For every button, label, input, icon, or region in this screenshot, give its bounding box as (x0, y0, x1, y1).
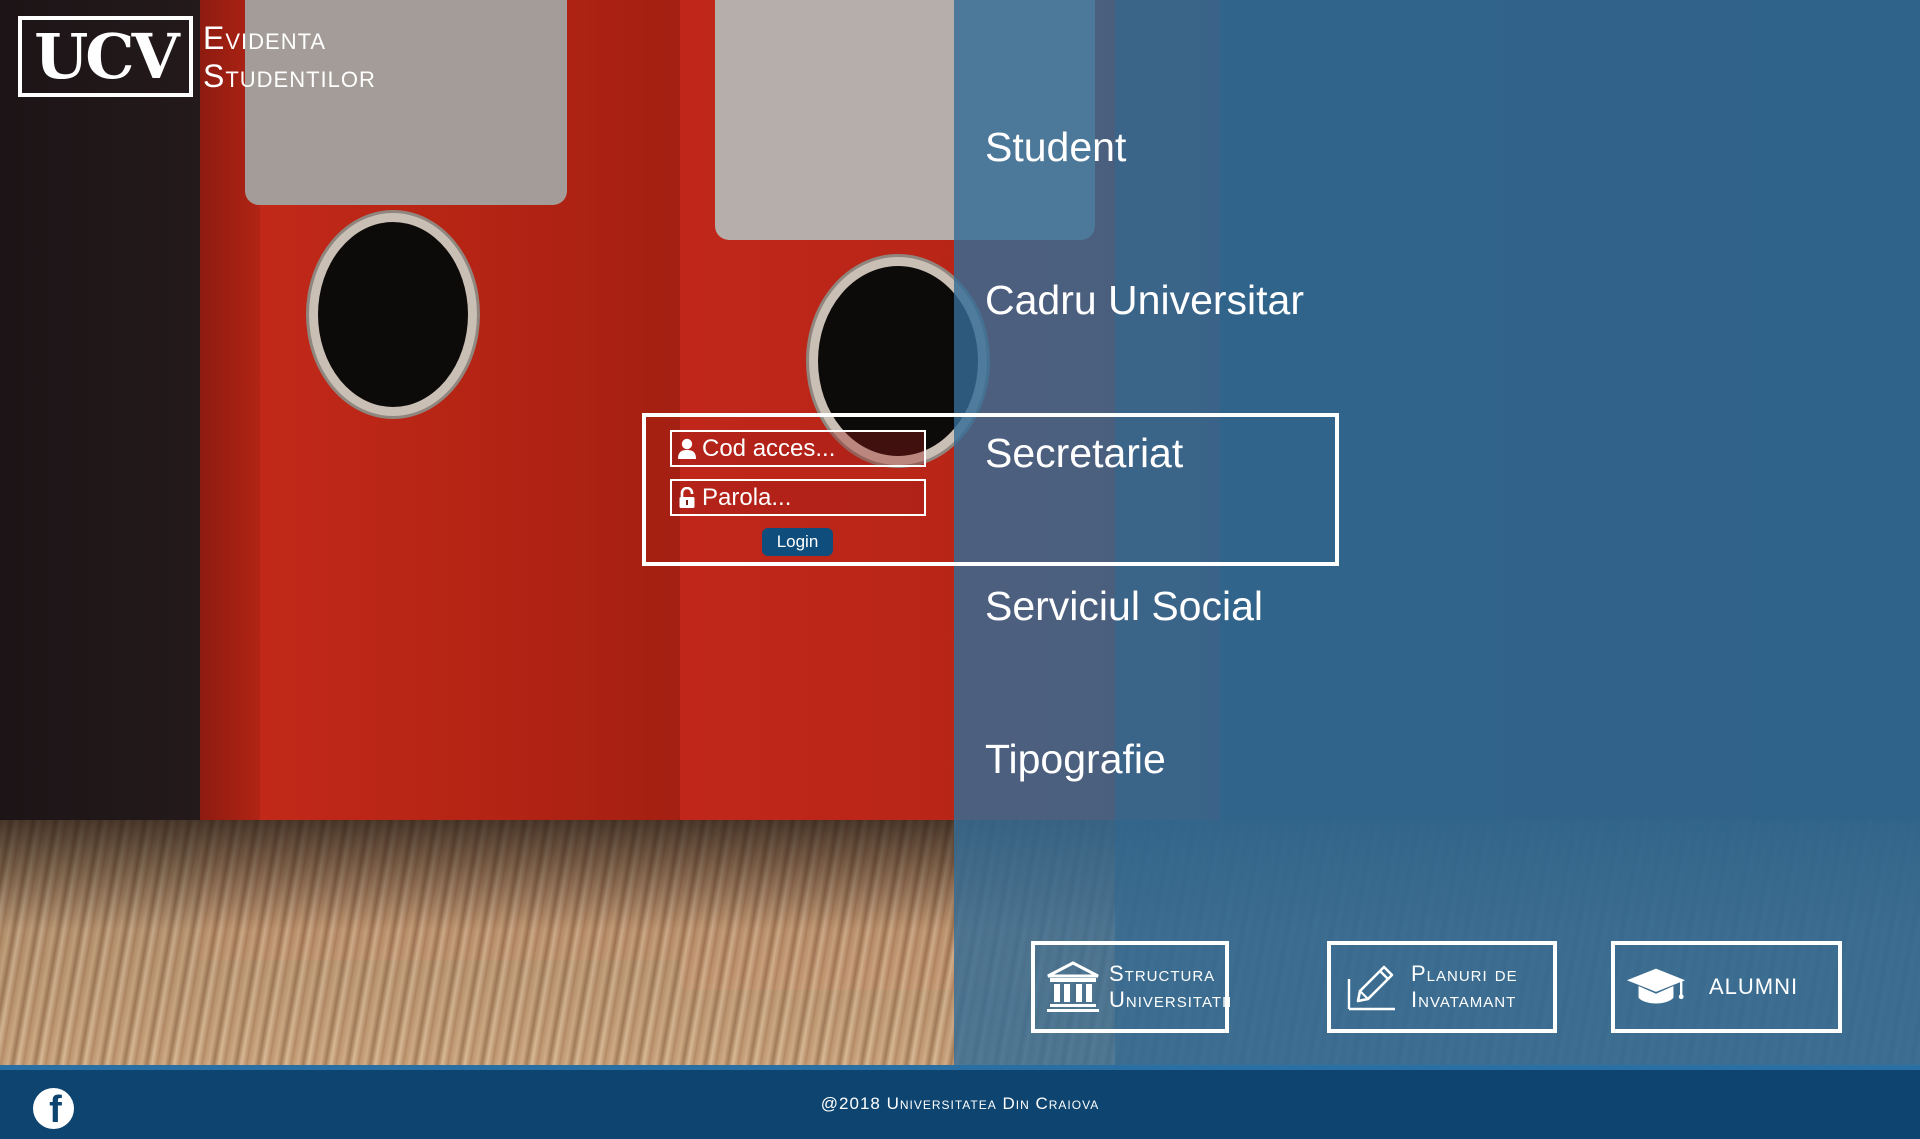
site-logo[interactable]: UCV Evidenta Studentilor (18, 16, 376, 97)
tile-alumni[interactable]: ALUMNI (1611, 941, 1842, 1033)
pencil-icon (1341, 961, 1403, 1013)
site-title-line1: Evidenta (203, 19, 327, 56)
tile-label-line2: Invatamant (1411, 987, 1517, 1012)
nav-student[interactable]: Student (985, 124, 1126, 171)
tile-label: Planuri de Invatamant (1411, 961, 1518, 1013)
tile-label: Structura Universitatii (1109, 961, 1232, 1013)
access-code-input[interactable] (702, 434, 912, 463)
ucv-logo-mark: UCV (18, 16, 193, 97)
password-input[interactable] (702, 483, 912, 512)
tile-label: ALUMNI (1709, 974, 1798, 1000)
nav-tipografie[interactable]: Tipografie (985, 736, 1166, 783)
footer: f @2018 Universitatea Din Craiova (0, 1065, 1920, 1139)
site-title-line2: Studentilor (203, 57, 376, 94)
site-title: Evidenta Studentilor (203, 19, 376, 95)
copyright-text: @2018 Universitatea Din Craiova (820, 1094, 1100, 1113)
password-field[interactable] (670, 479, 926, 516)
tile-label-line1: Planuri de (1411, 961, 1518, 986)
tile-structura-universitatii[interactable]: Structura Universitatii (1031, 941, 1232, 1033)
access-code-field[interactable] (670, 430, 926, 467)
lock-icon (672, 486, 702, 509)
tile-planuri-de-invatamant[interactable]: Planuri de Invatamant (1327, 941, 1557, 1033)
user-icon (672, 438, 702, 460)
nav-cadru-universitar[interactable]: Cadru Universitar (985, 277, 1304, 324)
tile-label-line2: Universitatii (1109, 987, 1233, 1012)
binder-ring-left (318, 222, 468, 407)
institution-icon (1045, 960, 1101, 1014)
login-button[interactable]: Login (762, 528, 833, 556)
nav-serviciul-social[interactable]: Serviciul Social (985, 583, 1263, 630)
tile-label-line1: Structura (1109, 961, 1216, 986)
tile-label-line1: ALUMNI (1709, 974, 1799, 999)
graduation-cap-icon (1625, 965, 1687, 1009)
